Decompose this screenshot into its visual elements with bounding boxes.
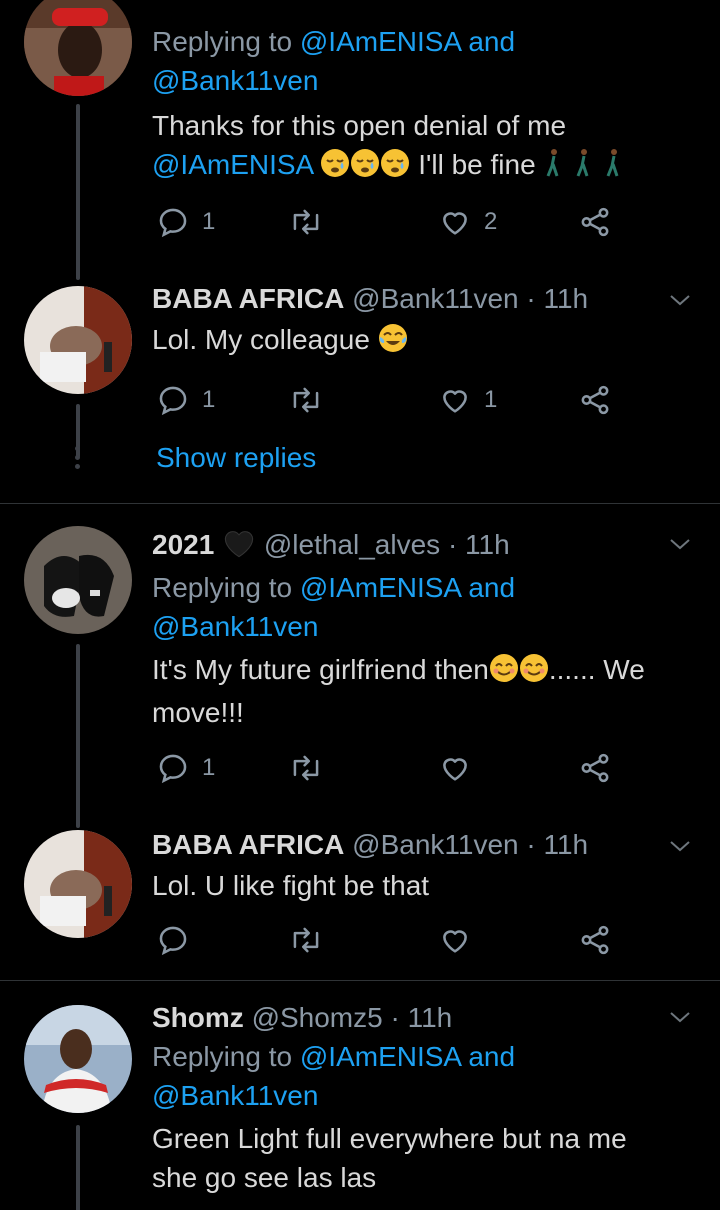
like-button[interactable] — [438, 748, 472, 788]
thread-more-dots — [75, 446, 81, 473]
reply-button[interactable]: 1 — [156, 380, 215, 420]
mention-link[interactable]: @Bank11ven — [152, 1080, 318, 1111]
mention-link[interactable]: @IAmENISA — [300, 26, 461, 57]
chevron-down-icon[interactable] — [668, 834, 692, 858]
retweet-button[interactable] — [288, 920, 324, 960]
mention-link[interactable]: @IAmENISA — [300, 572, 461, 603]
avatar[interactable] — [24, 526, 132, 634]
tweet-header: 2021 @lethal_alves · 11h — [152, 526, 696, 568]
mention-link[interactable]: @Bank11ven — [152, 611, 318, 642]
like-button[interactable] — [438, 920, 472, 960]
tweet-text: It's My future girlfriend then...... We — [152, 650, 696, 693]
tears-of-joy-icon — [378, 323, 408, 363]
share-button[interactable] — [578, 202, 612, 242]
mention-link[interactable]: @Bank11ven — [152, 65, 318, 96]
smiling-face-icon — [489, 653, 519, 693]
reply-icon — [159, 926, 187, 956]
heart-icon — [443, 758, 467, 781]
retweet-icon — [293, 209, 319, 235]
reply-button[interactable]: 1 — [156, 202, 215, 242]
display-name[interactable]: 2021 — [152, 529, 214, 560]
thread-line — [76, 104, 80, 280]
share-icon — [581, 207, 609, 237]
thread-line — [76, 1125, 80, 1210]
reply-icon — [159, 208, 187, 238]
tweet-header: BABA AFRICA @Bank11ven · 11h — [152, 826, 696, 864]
display-name[interactable]: BABA AFRICA — [152, 829, 344, 860]
heart-icon — [443, 212, 467, 235]
walking-man-icon — [543, 148, 565, 188]
walking-man-icon — [603, 148, 625, 188]
sleepy-face-icon — [350, 148, 380, 188]
retweet-icon — [293, 927, 319, 953]
chevron-down-icon[interactable] — [668, 532, 692, 556]
walking-man-icon — [573, 148, 595, 188]
display-name[interactable]: Shomz — [152, 1002, 244, 1033]
handle-time: @Shomz5 · 11h — [251, 1002, 453, 1033]
retweet-icon — [293, 755, 319, 781]
tweet-text: Green Light full everywhere but na me — [152, 1123, 627, 1154]
reply-to: Replying to @IAmENISA and — [152, 572, 516, 603]
heart-icon — [443, 390, 467, 413]
avatar[interactable] — [24, 1005, 132, 1113]
chevron-down-icon[interactable] — [668, 1005, 692, 1029]
smiling-face-icon — [519, 653, 549, 693]
reply-icon — [159, 754, 187, 784]
divider — [0, 980, 720, 981]
share-button[interactable] — [578, 748, 612, 788]
tweet-text: Lol. My colleague — [152, 320, 696, 363]
divider — [0, 503, 720, 504]
reply-button[interactable] — [156, 920, 190, 960]
sleepy-face-icon — [320, 148, 350, 188]
display-name[interactable]: BABA AFRICA — [152, 283, 344, 314]
share-icon — [581, 385, 609, 415]
retweet-button[interactable] — [288, 748, 324, 788]
share-button[interactable] — [578, 380, 612, 420]
share-icon — [581, 753, 609, 783]
avatar[interactable] — [24, 830, 132, 938]
retweet-icon — [293, 387, 319, 413]
reply-icon — [159, 386, 187, 416]
tweet-header: BABA AFRICA @Bank11ven · 11h — [152, 280, 696, 318]
thread-line — [76, 644, 80, 828]
avatar[interactable] — [24, 286, 132, 394]
tweet-text: Thanks for this open denial of me — [152, 110, 567, 141]
mention-link[interactable]: @IAmENISA — [300, 1041, 461, 1072]
heart-icon — [443, 930, 467, 953]
reply-to: Replying to @IAmENISA and — [152, 26, 516, 57]
retweet-button[interactable] — [288, 380, 324, 420]
chevron-down-icon[interactable] — [668, 288, 692, 312]
reply-to: Replying to @IAmENISA and — [152, 1041, 516, 1072]
like-button[interactable]: 1 — [438, 380, 497, 420]
show-replies-link[interactable]: Show replies — [156, 442, 316, 474]
sleepy-face-icon — [380, 148, 410, 188]
handle-time: @lethal_alves · 11h — [263, 529, 510, 560]
tweet-text: Lol. U like fight be that — [152, 870, 430, 901]
black-heart-icon — [222, 528, 256, 568]
like-button[interactable]: 2 — [438, 202, 497, 242]
mention-link[interactable]: @IAmENISA — [152, 149, 313, 180]
handle-time: @Bank11ven · 11h — [352, 829, 589, 860]
handle-time: @Bank11ven · 11h — [352, 283, 589, 314]
share-icon — [581, 925, 609, 955]
avatar[interactable] — [24, 0, 132, 96]
retweet-button[interactable] — [288, 202, 324, 242]
reply-button[interactable]: 1 — [156, 748, 215, 788]
share-button[interactable] — [578, 920, 612, 960]
tweet-header: Shomz @Shomz5 · 11h — [152, 999, 696, 1037]
